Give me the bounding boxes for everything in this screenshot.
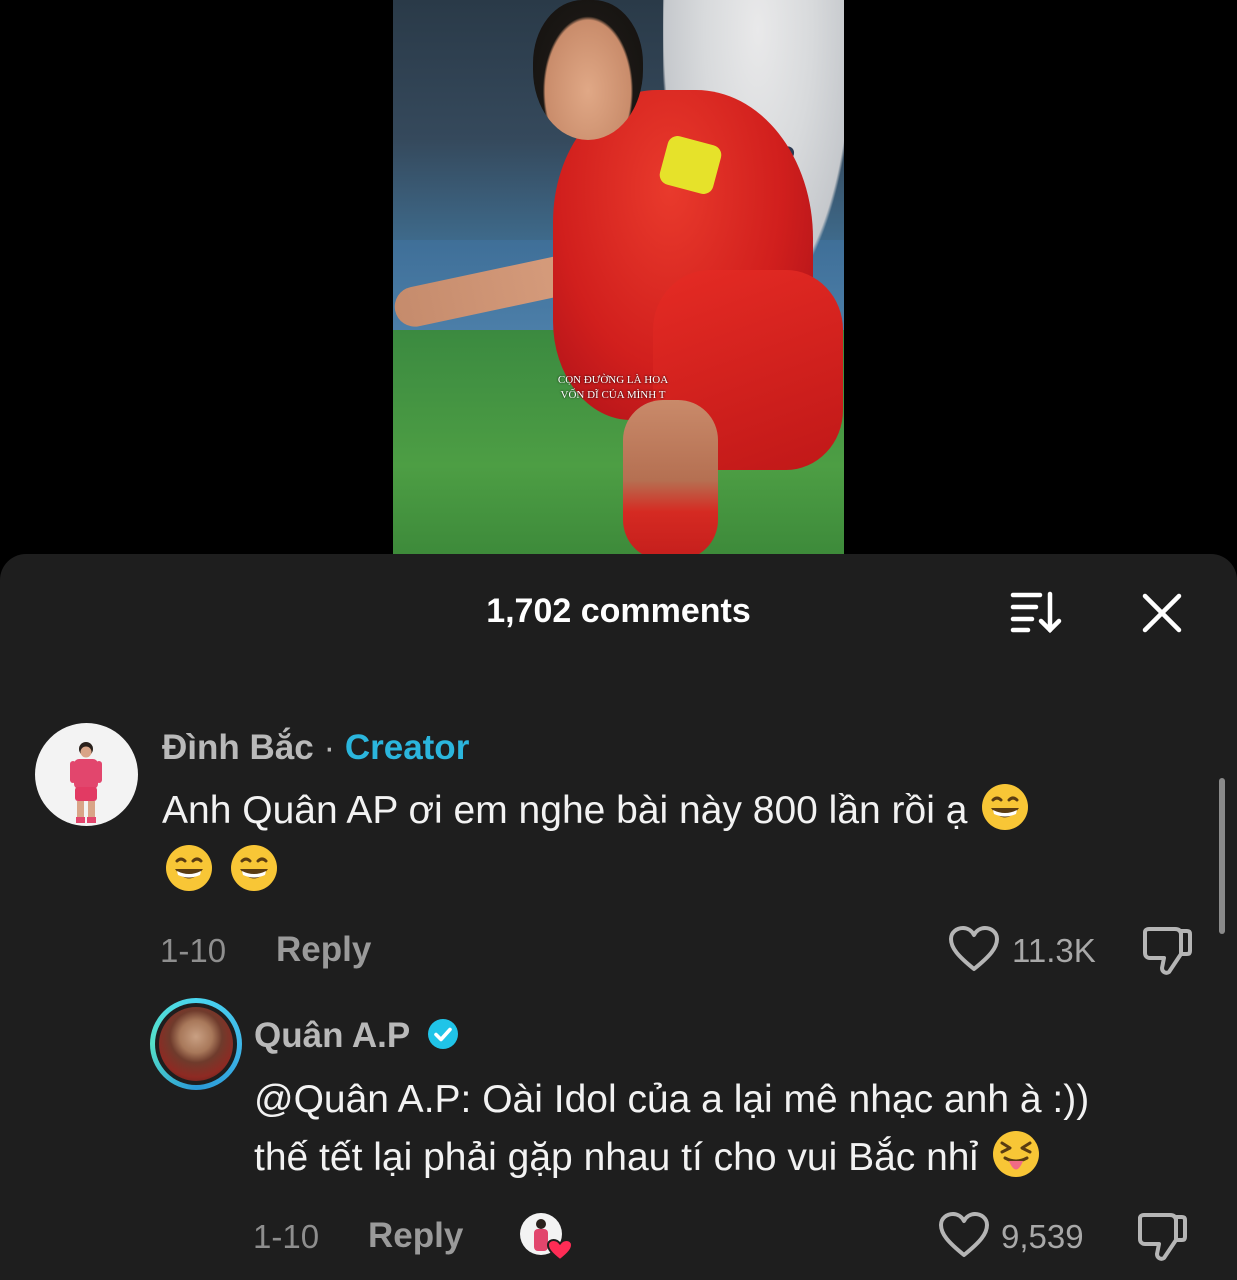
grinning-face-emoji bbox=[982, 784, 1029, 830]
comment-body: Anh Quân AP ơi em nghe bài này 800 lần r… bbox=[162, 789, 968, 832]
scrollbar[interactable] bbox=[1219, 778, 1225, 934]
comment-author[interactable]: Quân A.P bbox=[254, 1016, 410, 1055]
grinning-face-emoji bbox=[230, 845, 277, 891]
player-head bbox=[533, 0, 643, 140]
like-count: 9,539 bbox=[1001, 1218, 1084, 1255]
heart-icon[interactable] bbox=[938, 1212, 990, 1258]
sort-icon[interactable] bbox=[1010, 590, 1062, 634]
caption-line-2: VỐN DĨ CỦA MÌNH T bbox=[560, 389, 666, 401]
comments-sheet: 1,702 comments Đình Bắc · Creator Anh Qu… bbox=[0, 554, 1237, 1280]
dislike-icon[interactable] bbox=[1136, 1212, 1188, 1262]
squinting-tongue-emoji bbox=[993, 1131, 1040, 1177]
reply-button[interactable]: Reply bbox=[276, 930, 371, 970]
comment-author-line: Đình Bắc · Creator bbox=[162, 728, 469, 768]
avatar[interactable] bbox=[35, 723, 138, 826]
video-caption-overlay: CỌN ĐƯỜNG LÀ HOA VỐN DĨ CỦA MÌNH T bbox=[533, 373, 693, 403]
avatar-photo bbox=[159, 1007, 233, 1081]
avatar[interactable] bbox=[150, 998, 242, 1090]
verified-icon bbox=[428, 1019, 459, 1049]
heart-icon[interactable] bbox=[948, 926, 1000, 972]
comment-date: 1-10 bbox=[160, 932, 227, 969]
avatar-figure bbox=[70, 742, 102, 823]
reply-button[interactable]: Reply bbox=[368, 1216, 463, 1256]
separator: · bbox=[323, 728, 336, 767]
creator-badge: Creator bbox=[344, 728, 470, 767]
like-count: 11.3K bbox=[1012, 932, 1096, 969]
comment-text-line-2: thế tết lại phải gặp nhau tí cho vui Bắc… bbox=[254, 1128, 1043, 1188]
comment-text: Anh Quân AP ơi em nghe bài này 800 lần r… bbox=[162, 781, 1202, 841]
comment-date: 1-10 bbox=[253, 1218, 320, 1255]
comment-author[interactable]: Đình Bắc bbox=[162, 728, 314, 767]
dislike-icon[interactable] bbox=[1141, 926, 1193, 976]
comment-text-line-1: @Quân A.P: Oài Idol của a lại mê nhạc an… bbox=[254, 1078, 1090, 1121]
comment-body: thế tết lại phải gặp nhau tí cho vui Bắc… bbox=[254, 1136, 979, 1179]
grinning-face-emoji bbox=[166, 845, 212, 891]
creator-liked-icon bbox=[520, 1213, 574, 1262]
close-icon[interactable] bbox=[1140, 591, 1184, 635]
comment-emoji-line bbox=[162, 842, 281, 902]
video-player[interactable]: 12 CỌN ĐƯỜNG LÀ HOA VỐN DĨ CỦA MÌNH T bbox=[393, 0, 844, 556]
comment-author-line: Quân A.P bbox=[254, 1016, 459, 1056]
player-leg bbox=[623, 400, 718, 556]
caption-line-1: CỌN ĐƯỜNG LÀ HOA bbox=[557, 374, 669, 386]
